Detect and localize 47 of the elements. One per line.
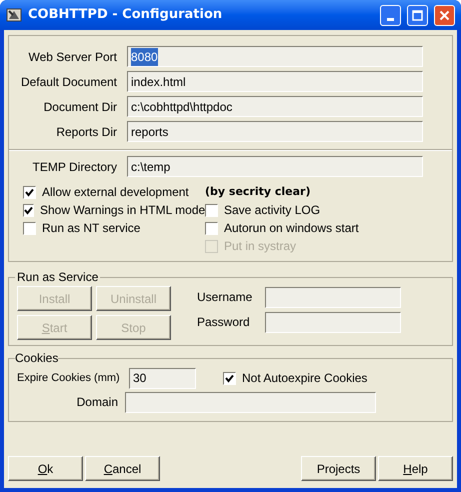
field-label: Password	[197, 314, 251, 331]
checkbox[interactable]	[205, 204, 218, 216]
group-title: Run as Service	[16, 269, 100, 286]
checkbox-label: Run as NT service	[42, 220, 140, 237]
text-field[interactable]: reports	[127, 121, 423, 142]
push-button[interactable]: Projects	[301, 456, 376, 481]
text-field[interactable]	[265, 312, 401, 332]
text-field[interactable]	[265, 286, 401, 308]
text-field[interactable]	[125, 392, 376, 412]
push-button[interactable]: Ok	[8, 456, 83, 481]
text-field[interactable]: c:\temp	[127, 156, 423, 177]
checkbox[interactable]	[223, 372, 236, 384]
checkbox-label: Allow external development	[42, 184, 189, 201]
checkbox-label: Put in systray	[224, 238, 296, 255]
checkbox[interactable]	[205, 222, 218, 234]
field-label: Document Dir	[42, 98, 117, 116]
section-heading: (by secrity clear)	[205, 184, 312, 200]
text-field[interactable]: 30	[129, 368, 196, 388]
text-field[interactable]: index.html	[127, 71, 423, 92]
text-field[interactable]: c:\cobhttpd\httpdoc	[127, 96, 423, 117]
checkbox[interactable]	[23, 222, 36, 234]
window-title: COBHTTPD - Configuration	[28, 6, 224, 24]
field-label: Username	[197, 289, 254, 306]
checkbox-label: Save activity LOG	[224, 202, 320, 219]
minimize-button[interactable]	[380, 4, 401, 26]
push-button[interactable]: Cancel	[85, 456, 160, 481]
group-title: Cookies	[15, 350, 58, 367]
field-label: Default Document	[20, 74, 117, 90]
checkbox[interactable]	[23, 186, 36, 198]
field-label: Reports Dir	[55, 124, 117, 140]
checkmark-icon	[225, 374, 234, 382]
field-label: Domain	[76, 394, 119, 411]
field-label: Web Server Port	[28, 48, 117, 66]
push-button[interactable]: Help	[378, 456, 453, 481]
maximize-icon	[412, 10, 423, 20]
app-icon	[6, 7, 22, 23]
checkbox-label: Show Warnings in HTML mode	[40, 202, 206, 219]
checkbox-label: Not Autoexpire Cookies	[242, 370, 368, 387]
close-button[interactable]	[434, 4, 455, 26]
checkbox-label: Autorun on windows start	[224, 220, 359, 237]
minimize-icon	[387, 18, 394, 20]
maximize-button[interactable]	[407, 4, 428, 26]
text-field[interactable]: 8080	[127, 46, 423, 67]
close-icon	[439, 10, 450, 20]
checkbox[interactable]	[23, 204, 34, 216]
field-label: TEMP Directory	[32, 158, 117, 176]
field-label: Expire Cookies (mm)	[17, 370, 121, 386]
